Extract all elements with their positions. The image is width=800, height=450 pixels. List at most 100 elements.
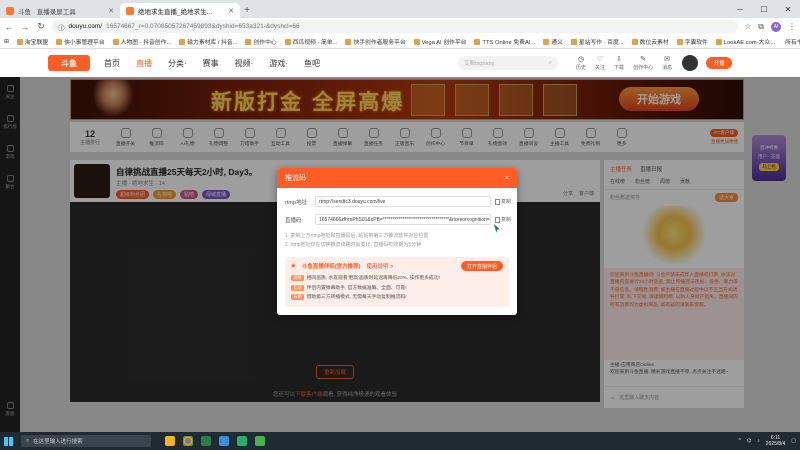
copy-code-button[interactable]: 复制 [495, 216, 511, 223]
bookmark-item[interactable]: 人物图 - 抖音创作... [112, 37, 171, 46]
bookmark-icon [16, 38, 23, 45]
follow-button[interactable]: ♡ 关注 [595, 55, 605, 71]
bookmark-item[interactable]: 侠小事管理平台 [56, 37, 105, 46]
profile-avatar[interactable]: AI [771, 21, 781, 32]
tray-chevron-icon[interactable]: ^ [739, 438, 741, 444]
bookmark-item[interactable]: TTS Online 免费AI... [474, 37, 535, 46]
all-bookmarks[interactable]: 所有书签 [783, 37, 800, 46]
app-icon[interactable] [201, 436, 211, 446]
douyu-favicon [6, 6, 14, 15]
stream-code-label: 直播码: [285, 217, 304, 224]
bookmark-item[interactable]: 数位云素材 [631, 37, 669, 46]
history-icon: ◷ [577, 56, 585, 63]
extensions-icon[interactable]: ⧉ [758, 22, 764, 32]
nav-live[interactable]: 直播 [136, 58, 152, 69]
usage-guide-link[interactable]: 使用说明 > [366, 262, 393, 270]
promo-title: ◉ 斗鱼直播伴侣(官方推荐) 使用说明 > [291, 262, 394, 270]
maximize-icon[interactable]: ☐ [752, 0, 776, 18]
bookmark-icon [56, 38, 63, 45]
bookmark-icon [345, 38, 352, 45]
download-button[interactable]: ⇩ 下载 [614, 55, 624, 71]
site-info-icon[interactable]: ⓘ [58, 22, 65, 32]
search-icon[interactable]: ⌕ [549, 60, 552, 67]
nav-category[interactable]: 分类· [168, 58, 187, 69]
stream-key-dialog: 推流码 × rtmp地址: rtmp://sendtc3.douyu.com/l… [277, 168, 517, 315]
bookmark-item[interactable]: 星站写作 · 百度... [570, 37, 624, 46]
windows-taskbar: ⌕ 在这里输入进行搜索 ^ ⌬ ♪ 6:11 2025/8/4 ▢ [0, 432, 800, 450]
apps-grid-icon[interactable]: ⊞ [4, 39, 9, 45]
rtmp-address-field[interactable]: rtmp://sendtc3.douyu.com/live [315, 196, 491, 207]
promo-feature: 方便 借助第三方转播模式, 无需每天手动复制推流码! [291, 294, 407, 301]
url-path: 16574667_r=0.07085057267459893&dyshid=65… [106, 23, 300, 30]
nav-fishbar[interactable]: 鱼吧 [304, 58, 320, 69]
user-avatar[interactable] [682, 55, 699, 71]
bookmark-icon [179, 38, 186, 45]
douyu-logo[interactable]: 斗鱼 [48, 55, 90, 71]
header-icons: ◷ 历史 ♡ 关注 ⇩ 下载 ✎ 创作中心 ✉ 消息 [576, 55, 672, 71]
forward-icon[interactable]: → [20, 22, 30, 32]
browser-tab-1[interactable]: 斗鱼 · 直播录屏工具 ✕ [0, 3, 120, 18]
minimize-icon[interactable]: ─ [728, 0, 752, 18]
system-tray: ^ ⌬ ♪ 6:11 2025/8/4 ▢ [739, 435, 796, 447]
back-icon[interactable]: ← [4, 22, 14, 32]
stream-code-row: 直播码: 16574666zfhrnPhS01&cPB=************… [285, 214, 511, 225]
bookmark-star-icon[interactable]: ☆ [744, 22, 751, 31]
bookmark-item[interactable]: 西瓜视频 - 简单... [284, 37, 337, 46]
bookmark-icon [413, 38, 420, 45]
history-button[interactable]: ◷ 历史 [576, 55, 586, 71]
bookmark-icon [676, 38, 683, 45]
address-bar-row: ← → ↻ ⓘ douyu.com/16574667_r=0.070850572… [0, 18, 800, 35]
site-search-input[interactable]: 艾斯bigbaby ⌕ [458, 56, 559, 70]
tab-close-icon[interactable]: ✕ [228, 7, 234, 15]
fish-icon: ◉ [291, 263, 296, 269]
app-icon[interactable] [255, 436, 265, 446]
windows-start-icon[interactable] [4, 436, 13, 446]
nav-games[interactable]: 游戏· [269, 58, 288, 69]
copy-icon [495, 198, 500, 205]
message-icon: ✉ [664, 56, 671, 63]
new-tab-button[interactable]: + [240, 3, 254, 18]
bookmark-item[interactable]: LookAE.com-大众... [715, 37, 775, 46]
chrome-icon[interactable] [183, 436, 193, 446]
network-icon[interactable]: ⌬ [747, 438, 751, 444]
reload-icon[interactable]: ↻ [36, 21, 46, 32]
bookmark-item[interactable]: 创作中心 [245, 37, 277, 46]
taskbar-search-input[interactable]: ⌕ 在这里输入进行搜索 [21, 435, 151, 447]
open-companion-button[interactable]: 打开直播伴侣 [461, 261, 503, 271]
stream-code-field[interactable]: 16574666zfhrnPhS01&cPB=*****************… [315, 214, 491, 225]
bookmark-item[interactable]: Vega AI 创作平台 [413, 37, 466, 46]
bookmark-item[interactable]: 快手创作者服务平台 [345, 37, 406, 46]
bookmark-item[interactable]: 字囊软件 [676, 37, 708, 46]
dialog-title: 推流码 [285, 175, 306, 182]
dialog-header: 推流码 × [277, 168, 517, 188]
clock[interactable]: 6:11 2025/8/4 [766, 435, 785, 447]
creator-icon: ✎ [640, 56, 646, 63]
start-stream-button[interactable]: 开播 [706, 57, 733, 69]
message-button[interactable]: ✉ 消息 [662, 55, 672, 71]
tab-close-icon[interactable]: ✕ [108, 7, 114, 15]
close-window-icon[interactable]: ✕ [776, 0, 800, 18]
search-placeholder: 艾斯bigbaby [464, 61, 495, 67]
browser-tab-2[interactable]: 绝地求生直播_绝地求生... ✕ [120, 3, 240, 18]
url-input[interactable]: ⓘ douyu.com/16574667_r=0.070850572674598… [52, 20, 739, 33]
promo-feature-list: 流畅 相同画质, 水友观看'更高'画质时延迟再降低20%, 操作更多成功! 互动伴… [291, 274, 440, 303]
app-icon[interactable] [219, 436, 229, 446]
window-controls: ─ ☐ ✕ [728, 0, 800, 18]
close-icon[interactable]: × [505, 175, 509, 182]
nav-video[interactable]: 视频· [235, 58, 254, 69]
copy-icon [495, 216, 500, 223]
bookmark-icon [112, 38, 119, 45]
bookmark-item[interactable]: 磁力素材库 / 抖音... [179, 37, 237, 46]
nav-home[interactable]: 首页 [104, 58, 120, 69]
copy-rtmp-button[interactable]: 复制 [495, 198, 511, 205]
file-explorer-icon[interactable] [165, 436, 175, 446]
nav-events[interactable]: 赛事 [203, 58, 219, 69]
bookmark-item[interactable]: 通义 [543, 37, 563, 46]
volume-icon[interactable]: ♪ [757, 438, 760, 444]
notification-icon[interactable]: ▢ [791, 438, 796, 444]
menu-icon[interactable]: ⋮ [788, 22, 796, 31]
wechat-icon[interactable] [237, 436, 247, 446]
creator-center-button[interactable]: ✎ 创作中心 [633, 55, 653, 71]
browser-actions: ☆ ⧉ AI ⋮ [744, 21, 796, 32]
bookmark-item[interactable]: 淘宝联盟 [16, 37, 48, 46]
